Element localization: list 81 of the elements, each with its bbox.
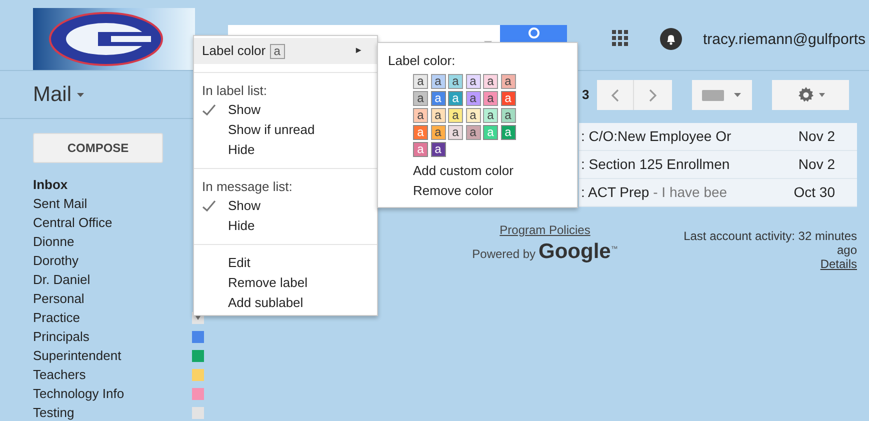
menu-heading: In label list: (201, 82, 268, 100)
label-item[interactable]: Dorothy (33, 250, 192, 270)
color-swatch[interactable]: a (448, 74, 463, 88)
keyboard-icon (702, 90, 724, 100)
color-swatch[interactable]: a (448, 108, 463, 122)
compose-button[interactable]: COMPOSE (33, 133, 163, 163)
color-swatch[interactable]: a (430, 90, 446, 106)
color-swatch[interactable]: a (466, 108, 480, 122)
message-row[interactable]: : C/O:New Employee Or Nov 2 (579, 123, 857, 151)
mail-dropdown[interactable]: Mail (33, 78, 84, 110)
color-swatch[interactable]: a (466, 90, 480, 106)
color-swatch[interactable]: a (500, 74, 516, 88)
menu-item[interactable]: Add sublabel (194, 293, 377, 313)
chevron-left-icon (611, 88, 620, 102)
label-item[interactable]: Teachers (33, 364, 192, 384)
notification-bell-icon[interactable] (660, 28, 682, 50)
message-row[interactable]: : Section 125 Enrollmen Nov 2 (579, 151, 857, 179)
label-color-menu-item[interactable]: Label color a ► (194, 38, 377, 64)
label-item[interactable]: Dionne (33, 232, 192, 252)
color-swatch[interactable]: a (430, 124, 446, 140)
message-subject: : ACT Prep - I have bee (581, 183, 728, 202)
label-item[interactable]: Personal (33, 288, 192, 308)
apps-grid-icon[interactable] (612, 30, 628, 46)
input-tools-button[interactable] (692, 80, 752, 110)
page-count: 3 (582, 86, 590, 104)
menu-item[interactable]: Add custom color (413, 160, 577, 180)
label-item[interactable]: Dr. Daniel (33, 270, 192, 290)
menu-option[interactable]: Show (194, 100, 377, 120)
caret-icon (818, 93, 825, 97)
label-item[interactable]: Practice (33, 308, 192, 328)
submenu-heading: Label color: (388, 52, 456, 70)
color-swatch[interactable]: a (430, 108, 446, 122)
settings-button[interactable] (772, 80, 850, 110)
color-swatch[interactable]: a (413, 90, 428, 106)
color-swatch: a (270, 44, 285, 58)
powered-by-text: Powered by (472, 246, 536, 263)
submenu-arrow: ► (354, 44, 363, 58)
message-date: Oct 30 (794, 183, 835, 202)
label-item[interactable]: Testing (33, 402, 192, 421)
menu-option[interactable]: Show (194, 196, 377, 216)
search-button[interactable] (500, 25, 567, 42)
menu-item[interactable]: Edit (194, 253, 377, 273)
menu-option[interactable]: Hide (194, 216, 377, 236)
caret-icon (734, 93, 742, 97)
color-swatch[interactable]: a (500, 108, 516, 122)
color-swatch[interactable]: a (430, 74, 446, 88)
menu-item[interactable]: Remove color (413, 180, 577, 200)
color-swatch[interactable]: a (466, 74, 480, 88)
details-link[interactable]: Details (820, 257, 857, 271)
color-swatch[interactable]: a (483, 74, 498, 88)
color-swatch[interactable]: a (483, 90, 498, 106)
label-item[interactable]: Superintendent (33, 346, 192, 366)
message-subject: : C/O:New Employee Or (581, 127, 732, 146)
menu-item[interactable]: Remove label (194, 273, 377, 293)
color-swatch[interactable]: a (448, 124, 463, 140)
account-email[interactable]: tracy.riemann@gulfports (703, 29, 866, 52)
label-item[interactable]: Principals (33, 326, 192, 346)
caret-icon (76, 92, 84, 96)
mail-menu-label: Mail (33, 82, 72, 108)
color-swatch[interactable]: a (430, 142, 446, 156)
label-item[interactable]: Central Office (33, 212, 192, 232)
color-swatch[interactable]: a (466, 124, 480, 140)
last-activity-text: Last account activity: 32 minutes ago (682, 229, 857, 257)
message-date: Nov 2 (798, 155, 835, 174)
settings-icon (796, 86, 815, 104)
label-item[interactable]: Inbox (33, 174, 192, 194)
menu-heading: In message list: (201, 178, 294, 196)
message-subject: : Section 125 Enrollmen (581, 155, 730, 174)
color-swatch[interactable]: a (483, 108, 498, 122)
program-policies-link[interactable]: Program Policies (500, 221, 590, 239)
label-item[interactable]: Sent Mail (33, 194, 192, 214)
search-icon (528, 27, 540, 39)
menu-option[interactable]: Hide (194, 140, 377, 160)
label-item[interactable]: Technology Info (33, 384, 192, 404)
google-wordmark: Google (538, 241, 611, 263)
color-swatch[interactable]: a (413, 108, 428, 122)
menu-option[interactable]: Show if unread (194, 120, 377, 140)
chevron-right-icon (649, 88, 658, 102)
message-date: Nov 2 (798, 127, 835, 146)
color-swatch[interactable]: a (413, 74, 428, 88)
message-row[interactable]: : ACT Prep - I have bee Oct 30 (579, 179, 857, 207)
